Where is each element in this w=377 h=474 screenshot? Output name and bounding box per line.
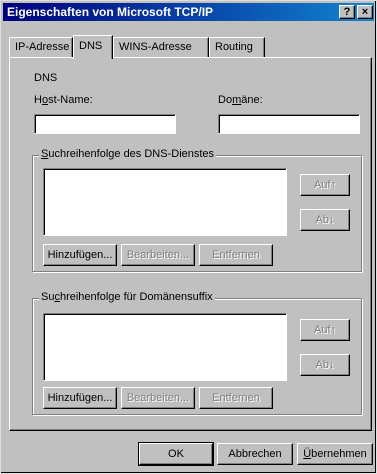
host-name-input[interactable] [34,114,176,134]
dns-move-down-button[interactable]: Ab↓ [300,209,350,231]
suffix-add-button[interactable]: Hinzufügen... [43,387,117,409]
dns-search-order-group: Suchreihenfolge des DNS-Dienstes Auf↑ Ab… [32,148,362,272]
apply-button[interactable]: Übernehmen [297,443,373,465]
domain-suffix-list[interactable] [43,313,287,381]
tab-dns[interactable]: DNS [73,35,113,59]
ok-button[interactable]: OK [138,442,214,466]
dns-section-label: DNS [34,72,58,84]
help-button[interactable]: ? [339,5,355,19]
cancel-button[interactable]: Abbrechen [217,443,293,465]
suffix-remove-button[interactable]: Entfernen [199,387,273,409]
dns-tab-panel: DNS Host-Name: Domäne: Suchreihenfolge d… [9,57,372,431]
dialog-window: Eigenschaften von Microsoft TCP/IP ? × I… [0,0,377,474]
dns-remove-button[interactable]: Entfernen [199,244,273,266]
tab-ip-address[interactable]: IP-Adresse [9,37,73,57]
suffix-edit-button[interactable]: Bearbeiten... [121,387,195,409]
suffix-move-up-button[interactable]: Auf↑ [300,319,350,341]
dns-move-up-button[interactable]: Auf↑ [300,174,350,196]
suffix-search-order-label: Suchreihenfolge für Domänensuffix [39,291,215,303]
tab-wins-address[interactable]: WINS-Adresse [113,37,209,57]
dns-search-order-label: Suchreihenfolge des DNS-Dienstes [39,148,217,160]
domain-label: Domäne: [218,94,263,106]
tab-routing[interactable]: Routing [209,37,265,57]
dns-add-button[interactable]: Hinzufügen... [43,244,117,266]
title-bar[interactable]: Eigenschaften von Microsoft TCP/IP ? × [3,3,374,21]
host-name-label: Host-Name: [34,94,93,106]
window-title: Eigenschaften von Microsoft TCP/IP [7,5,214,19]
suffix-move-down-button[interactable]: Ab↓ [300,354,350,376]
suffix-search-order-group: Suchreihenfolge für Domänensuffix Auf↑ A… [32,291,362,415]
dns-edit-button[interactable]: Bearbeiten... [121,244,195,266]
dns-server-list[interactable] [43,168,287,236]
domain-input[interactable] [218,114,360,134]
close-button[interactable]: × [357,5,373,19]
